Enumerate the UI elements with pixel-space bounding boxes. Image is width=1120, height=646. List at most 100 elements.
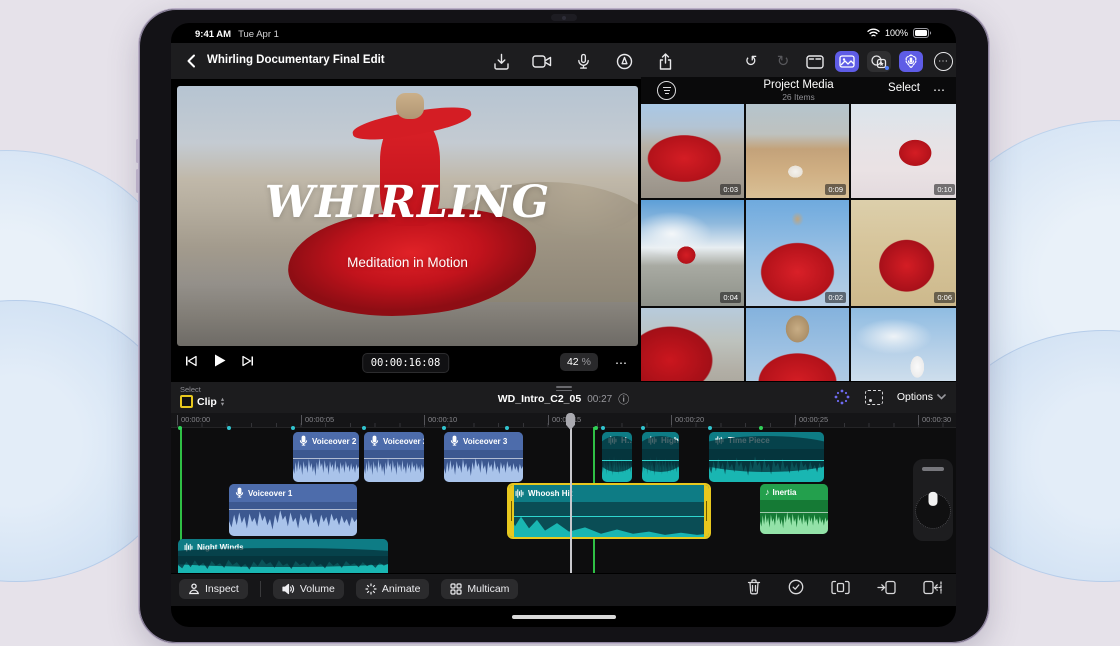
video-camera-icon[interactable] [530,51,554,72]
back-button[interactable] [183,52,201,70]
timeline[interactable]: 00:00:00 00:00:05 00:00:10 00:00:15 00:0… [171,413,956,573]
picture-in-picture-icon[interactable] [865,390,883,405]
video-viewer[interactable]: WHIRLING Meditation in Motion [177,86,638,346]
trash-icon [747,579,761,595]
timeline-clip-voiceover2-a[interactable]: Voiceover 2 [293,432,359,482]
timeline-clip-voiceover1[interactable]: Voiceover 1 [229,484,357,536]
marker-dot [601,426,605,430]
viewer-title-overlay: WHIRLING [177,177,638,228]
marker-dot [505,426,509,430]
options-button[interactable]: Options [897,391,946,403]
media-thumbnail[interactable]: 0:09 [746,104,849,198]
timecode-display[interactable]: 00:00:16:08 [362,353,450,373]
undo-icon[interactable]: ↺ [739,51,763,72]
redo-icon[interactable]: ↻ [771,51,795,72]
multicam-grid-icon [450,583,462,595]
timeline-clip-whoosh-hit-selected[interactable]: Whoosh Hit [507,483,711,539]
trim-handle-right[interactable] [704,485,709,537]
ruler-label: 00:00:30 [918,415,951,425]
timeline-toolbar: Select Clip ▴▾ WD_Intro_C2_05 00:27 ⓘ Op… [171,381,956,415]
media-thumbnail[interactable] [641,308,744,381]
volume-button[interactable]: Volume [273,579,344,599]
enhance-spark-icon[interactable] [833,388,851,406]
timeline-clip-high[interactable]: High… [642,432,679,482]
timeline-clip-h[interactable]: H… [602,432,632,482]
inspect-button[interactable]: Inspect [179,579,248,599]
home-indicator[interactable] [512,615,616,619]
pencil-tool-icon[interactable] [612,51,636,72]
timeline-clip-time-piece[interactable]: Time Piece [709,432,824,482]
clip-duration-badge: 0:09 [825,184,846,195]
chevron-down-icon [937,394,946,400]
ruler-label: 00:00:20 [671,415,704,425]
timeline-ruler[interactable]: 00:00:00 00:00:05 00:00:10 00:00:15 00:0… [171,413,956,428]
import-icon[interactable] [489,51,513,72]
more-options-icon[interactable]: ⋯ [931,51,955,72]
ruler-label: 00:00:10 [424,415,457,425]
jog-pointer [929,492,938,506]
media-thumbnail[interactable]: 0:04 [641,200,744,306]
browser-panel-icon[interactable] [803,51,827,72]
check-circle-icon [788,579,804,595]
marker-dot [362,426,366,430]
media-thumbnail[interactable] [746,308,849,381]
trim-handle-left[interactable] [509,485,514,537]
delete-button[interactable] [747,579,761,595]
timeline-clip-night-winds[interactable]: Night Winds [178,539,388,573]
timeline-clip-voiceover2-b[interactable]: Voiceover 2 [364,432,424,482]
timeline-clip-inertia[interactable]: ♪Inertia [760,484,828,534]
clip-selector-dropdown[interactable]: Clip ▴▾ [180,395,224,408]
microphone-icon[interactable] [571,51,595,72]
media-browser-icon[interactable] [835,51,859,72]
media-thumbnail[interactable]: 0:06 [851,200,956,306]
screen: 9:41 AM Tue Apr 1 100% Whirling Document… [171,23,956,627]
info-icon[interactable]: ⓘ [618,391,629,407]
zoom-level-button[interactable]: 42% [560,353,598,371]
ruler-label: 00:00:05 [301,415,334,425]
previous-frame-button[interactable] [185,355,197,367]
battery-icon [913,28,932,38]
marker-dot [708,426,712,430]
media-thumbnail[interactable]: 0:03 [641,104,744,198]
media-grid: 0:03 0:09 0:10 0:04 0:02 0:06 [641,104,956,381]
media-thumbnail[interactable] [851,308,956,381]
clip-label: Voiceover 1 [248,489,292,498]
effects-library-icon[interactable] [867,51,891,72]
volume-up-button [136,139,139,163]
front-camera [551,14,577,21]
jog-wheel[interactable] [913,459,953,541]
media-more-icon[interactable]: ⋯ [933,83,946,97]
insert-clip-button[interactable] [877,580,896,595]
insert-clip-icon [877,580,896,595]
clip-duration-badge: 0:10 [934,184,955,195]
multicam-button[interactable]: Multicam [441,579,518,599]
connect-clip-button[interactable] [831,580,850,595]
animate-button[interactable]: Animate [356,579,430,599]
play-button[interactable] [212,353,227,368]
select-caption: Select [180,385,201,394]
append-clip-button[interactable] [923,580,942,595]
timeline-clip-voiceover3[interactable]: Voiceover 3 [444,432,523,482]
viewer-dervish-hat [396,93,424,119]
clip-label: Voiceover 2 [312,437,356,446]
music-note-icon: ♪ [765,487,770,497]
marker-dot [641,426,645,430]
bottom-toolbar: Inspect Volume Animate Multicam [171,573,956,606]
media-thumbnail[interactable]: 0:02 [746,200,849,306]
clip-label: Voiceover 3 [463,437,507,446]
clip-duration-badge: 0:02 [825,292,846,303]
status-date: Tue Apr 1 [238,29,279,40]
approve-button[interactable] [788,579,804,595]
viewer-subtitle-overlay: Meditation in Motion [177,255,638,270]
viewer-controls: 00:00:16:08 42% ⋯ [171,346,640,381]
toolbar-divider [260,581,261,597]
jog-drag-handle[interactable] [922,467,944,471]
media-panel-header: Project Media 26 Items Select ⋯ [641,77,956,104]
clip-label: Whoosh Hit [528,489,572,498]
share-icon[interactable] [653,51,677,72]
select-button[interactable]: Select [888,82,920,94]
viewer-more-icon[interactable]: ⋯ [615,356,628,370]
next-frame-button[interactable] [242,355,254,367]
voiceover-record-icon[interactable] [899,51,923,72]
media-thumbnail[interactable]: 0:10 [851,104,956,198]
